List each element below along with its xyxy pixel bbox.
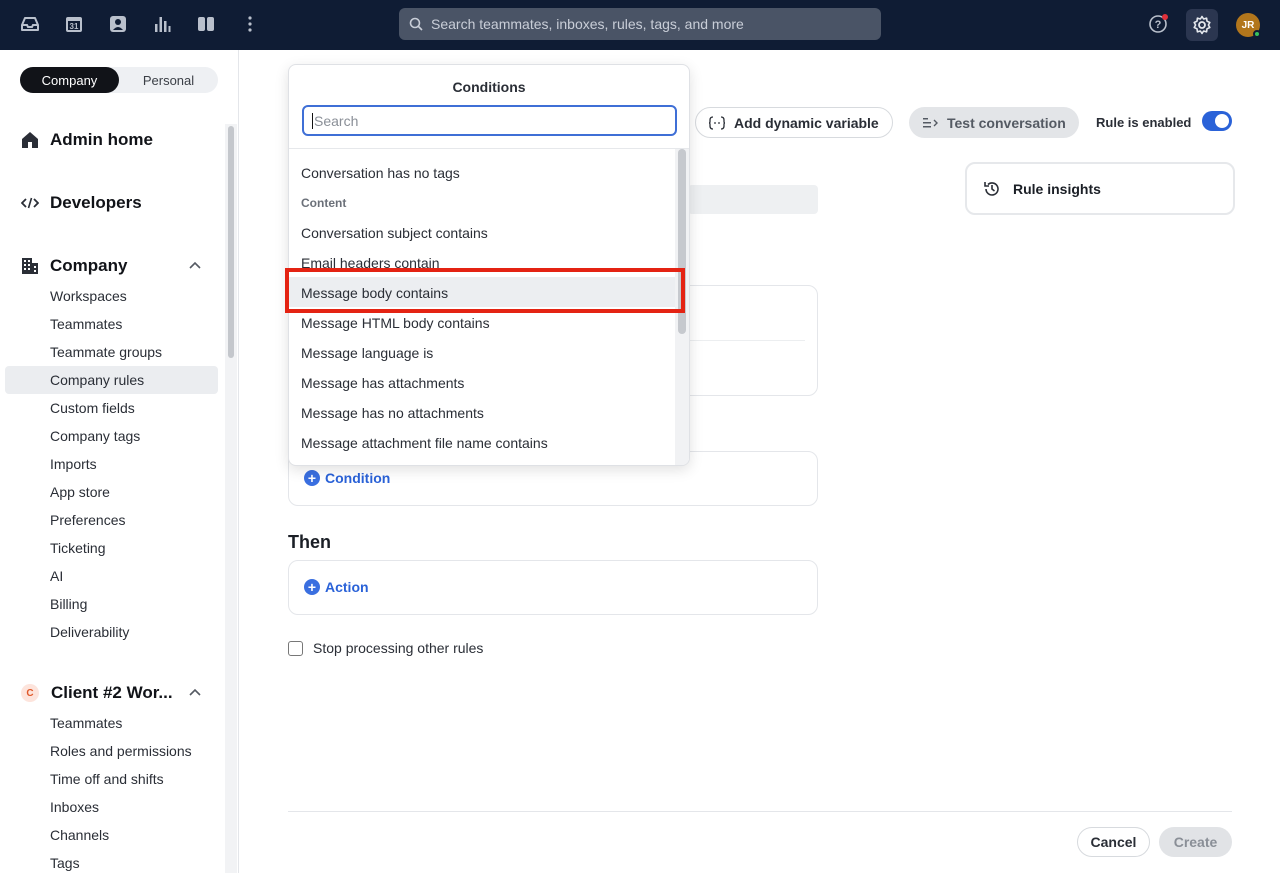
- add-condition-label: Condition: [325, 470, 391, 486]
- svg-text:31: 31: [70, 22, 79, 31]
- sidebar-item[interactable]: AI: [50, 568, 63, 584]
- add-action-label: Action: [325, 579, 369, 595]
- nav-developers[interactable]: Developers: [20, 193, 142, 213]
- add-dynamic-variable-label: Add dynamic variable: [734, 114, 879, 131]
- nav-company-section[interactable]: Company: [20, 256, 127, 276]
- sidebar-item[interactable]: Time off and shifts: [50, 771, 164, 787]
- sidebar-item[interactable]: Custom fields: [50, 400, 135, 416]
- sidebar-item[interactable]: Teammates: [50, 316, 122, 332]
- sidebar-scroll-thumb[interactable]: [228, 126, 234, 358]
- sidebar-item[interactable]: Roles and permissions: [50, 743, 192, 759]
- add-action-button[interactable]: + Action: [304, 579, 369, 595]
- stop-processing-label: Stop processing other rules: [313, 640, 484, 656]
- history-icon: [983, 180, 1001, 198]
- test-conversation-button[interactable]: Test conversation: [909, 107, 1079, 138]
- sidebar-item[interactable]: Tags: [50, 855, 80, 871]
- dropdown-title: Conditions: [452, 79, 526, 95]
- calendar-icon[interactable]: 31: [63, 13, 85, 35]
- actions-card: + Action: [288, 560, 818, 615]
- sidebar-item[interactable]: Company tags: [50, 428, 140, 444]
- then-heading: Then: [288, 532, 331, 552]
- nav-company-label: Company: [50, 256, 128, 275]
- cancel-button[interactable]: Cancel: [1077, 827, 1150, 857]
- sidebar-item[interactable]: Company rules: [50, 372, 144, 388]
- nav-workspace-label: Client #2 Wor...: [51, 683, 173, 702]
- search-icon: [409, 17, 423, 31]
- sidebar: Company Personal Admin home Developers C…: [0, 50, 239, 873]
- rule-enabled-toggle[interactable]: [1202, 111, 1232, 131]
- more-icon[interactable]: [239, 13, 261, 35]
- sidebar-item[interactable]: Deliverability: [50, 624, 129, 640]
- home-icon: [20, 130, 40, 150]
- add-dynamic-variable-button[interactable]: Add dynamic variable: [695, 107, 893, 138]
- plus-icon: +: [304, 470, 320, 486]
- dropdown-option[interactable]: Message has no attachments: [301, 405, 484, 421]
- sidebar-item[interactable]: Workspaces: [50, 288, 127, 304]
- nav-workspace-section[interactable]: C Client #2 Wor...: [20, 683, 173, 703]
- dropdown-option[interactable]: Message attachment file name contains: [301, 435, 548, 451]
- dropdown-option[interactable]: Message HTML body contains: [301, 315, 490, 331]
- sidebar-item[interactable]: Channels: [50, 827, 109, 843]
- settings-icon: [1193, 15, 1211, 35]
- notification-dot: [1162, 14, 1168, 20]
- test-conversation-icon: [923, 117, 938, 127]
- sidebar-item[interactable]: Billing: [50, 596, 87, 612]
- toggle-knob: [1215, 114, 1229, 128]
- stop-processing-checkbox[interactable]: [288, 640, 303, 656]
- top-bar: 31 Search teammates, inboxes, rules, tag…: [0, 0, 1280, 50]
- inbox-icon[interactable]: [19, 13, 41, 35]
- highlight-annotation: [285, 268, 685, 313]
- dropdown-option[interactable]: Message has attachments: [301, 375, 464, 391]
- dropdown-option[interactable]: Conversation has no tags: [301, 165, 460, 181]
- search-placeholder: Search teammates, inboxes, rules, tags, …: [431, 16, 744, 32]
- sidebar-item[interactable]: Teammate groups: [50, 344, 162, 360]
- plus-icon: +: [304, 579, 320, 595]
- avatar-initials: JR: [1241, 19, 1255, 31]
- building-icon: [20, 256, 40, 276]
- rule-insights-label: Rule insights: [1013, 180, 1101, 197]
- sidebar-item[interactable]: App store: [50, 484, 110, 500]
- global-search-input[interactable]: Search teammates, inboxes, rules, tags, …: [399, 8, 881, 40]
- add-condition-button[interactable]: + Condition: [304, 470, 390, 486]
- rule-name-field[interactable]: [688, 185, 818, 214]
- create-button[interactable]: Create: [1159, 827, 1232, 857]
- contacts-icon[interactable]: [107, 13, 129, 35]
- sidebar-item[interactable]: Inboxes: [50, 799, 99, 815]
- nav-developers-label: Developers: [50, 193, 142, 212]
- chevron-up-icon[interactable]: [188, 259, 202, 273]
- analytics-icon[interactable]: [151, 13, 173, 35]
- sidebar-item[interactable]: Teammates: [50, 715, 122, 731]
- conditions-search-input[interactable]: Search: [302, 105, 677, 136]
- sidebar-item[interactable]: Ticketing: [50, 540, 106, 556]
- conditions-dropdown: Conditions Search Conversation has no ta…: [288, 64, 690, 466]
- scope-toggle[interactable]: Company Personal: [20, 67, 218, 93]
- scope-personal-tab[interactable]: Personal: [119, 67, 218, 93]
- stop-processing-option[interactable]: Stop processing other rules: [288, 640, 483, 656]
- settings-button[interactable]: [1186, 9, 1218, 41]
- sidebar-item[interactable]: Preferences: [50, 512, 125, 528]
- user-avatar[interactable]: JR: [1236, 13, 1261, 38]
- chevron-up-icon[interactable]: [188, 686, 202, 700]
- conditions-search-placeholder: Search: [314, 112, 359, 129]
- scope-company-tab[interactable]: Company: [20, 67, 119, 93]
- split-view-icon[interactable]: [195, 13, 217, 35]
- online-status-dot: [1253, 30, 1261, 38]
- dropdown-option[interactable]: Message language is: [301, 345, 433, 361]
- test-conversation-label: Test conversation: [947, 114, 1066, 131]
- dropdown-section-header: Content: [301, 196, 347, 210]
- sidebar-item[interactable]: Imports: [50, 456, 97, 472]
- rule-insights-button[interactable]: Rule insights: [965, 162, 1235, 215]
- text-cursor: [312, 112, 313, 129]
- footer-divider: [288, 811, 1232, 812]
- workspace-badge: C: [21, 684, 39, 702]
- dropdown-option[interactable]: Conversation subject contains: [301, 225, 488, 241]
- nav-admin-home[interactable]: Admin home: [20, 130, 153, 150]
- rule-enabled-label: Rule is enabled: [1096, 115, 1192, 130]
- code-icon: [20, 193, 40, 213]
- dynamic-variable-icon: [709, 115, 725, 130]
- nav-admin-home-label: Admin home: [50, 130, 153, 149]
- svg-text:?: ?: [1155, 19, 1162, 31]
